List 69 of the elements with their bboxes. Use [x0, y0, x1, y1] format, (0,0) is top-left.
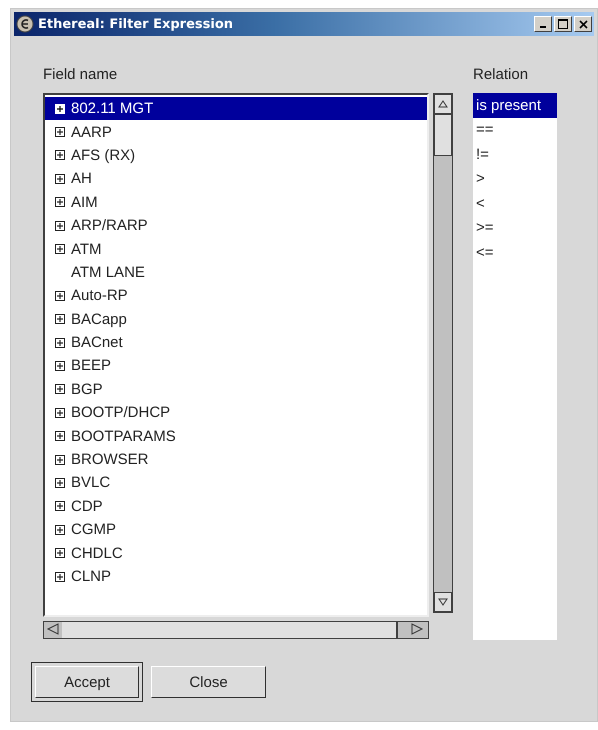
tree-item[interactable]: BGP	[45, 378, 427, 402]
expand-icon[interactable]	[55, 220, 65, 231]
expand-icon[interactable]	[55, 244, 65, 254]
scroll-thumb[interactable]	[434, 114, 452, 156]
horizontal-scrollbar[interactable]	[43, 621, 429, 639]
minimize-button[interactable]	[534, 16, 552, 32]
expand-icon[interactable]	[55, 314, 65, 324]
scroll-up-button[interactable]	[434, 94, 452, 114]
tree-item[interactable]: BACnet	[45, 330, 427, 354]
expand-icon[interactable]	[55, 384, 65, 394]
expand-icon[interactable]	[55, 197, 65, 208]
scroll-down-button[interactable]	[434, 592, 452, 612]
tree-item[interactable]: BVLC	[45, 471, 427, 495]
tree-item[interactable]: ATM LANE	[45, 260, 427, 284]
tree-item[interactable]: Auto-RP	[45, 284, 427, 308]
close-icon	[578, 20, 588, 28]
right-arrow-icon[interactable]	[410, 622, 424, 636]
tree-item[interactable]: AFS (RX)	[45, 144, 427, 168]
expand-icon[interactable]	[55, 524, 65, 535]
scroll-thumb[interactable]	[62, 622, 398, 638]
expand-icon[interactable]	[55, 174, 65, 184]
tree-item[interactable]: BROWSER	[45, 448, 427, 472]
relation-item[interactable]: is present	[473, 93, 557, 118]
tree-item[interactable]: 802.11 MGT	[45, 97, 427, 120]
vertical-scrollbar[interactable]	[433, 93, 453, 613]
tree-item[interactable]: BEEP	[45, 354, 427, 378]
expand-icon[interactable]	[55, 454, 65, 465]
left-arrow-icon[interactable]	[46, 622, 60, 636]
tree-item[interactable]: ATM	[45, 237, 427, 261]
expand-icon[interactable]	[55, 104, 65, 114]
up-arrow-icon[interactable]	[438, 100, 448, 108]
expand-icon[interactable]	[55, 408, 65, 418]
relation-item[interactable]: >=	[473, 216, 557, 240]
window-title: Ethereal: Filter Expression	[38, 16, 234, 32]
expand-icon[interactable]	[55, 290, 65, 301]
close-button[interactable]	[574, 16, 592, 32]
expand-icon[interactable]	[55, 572, 65, 582]
tree-item[interactable]: CLNP	[45, 564, 427, 588]
tree-item[interactable]: ARP/RARP	[45, 214, 427, 238]
relation-label: Relation	[473, 66, 530, 83]
expand-icon[interactable]	[55, 501, 65, 512]
tree-item[interactable]: CGMP	[45, 518, 427, 542]
expand-icon[interactable]	[55, 548, 65, 558]
relation-item[interactable]: >	[473, 166, 557, 191]
relation-item[interactable]: <	[473, 191, 557, 216]
relation-item[interactable]: !=	[473, 142, 557, 166]
relation-item[interactable]: ==	[473, 118, 557, 142]
relation-item[interactable]: <=	[473, 240, 557, 264]
expand-icon[interactable]	[55, 127, 65, 138]
expand-icon[interactable]	[55, 360, 65, 371]
dialog-button[interactable]: Close	[151, 666, 266, 698]
tree-item[interactable]: AH	[45, 167, 427, 191]
expand-icon[interactable]	[55, 338, 65, 348]
maximize-icon	[558, 19, 568, 29]
tree-item[interactable]: CHDLC	[45, 541, 427, 565]
field-name-label: Field name	[43, 66, 118, 83]
tree-item[interactable]: CDP	[45, 494, 427, 518]
tree-item[interactable]: AARP	[45, 120, 427, 144]
expand-icon[interactable]	[55, 431, 65, 442]
app-icon	[16, 15, 34, 33]
expand-icon[interactable]	[55, 478, 65, 488]
maximize-button[interactable]	[554, 16, 572, 32]
down-arrow-icon[interactable]	[438, 598, 448, 606]
expand-icon[interactable]	[55, 150, 65, 160]
tree-item[interactable]: BOOTP/DHCP	[45, 401, 427, 424]
tree-item[interactable]: BOOTPARAMS	[45, 424, 427, 448]
tree-item[interactable]: BACapp	[45, 308, 427, 331]
dialog-button[interactable]: Accept	[35, 666, 139, 698]
tree-item[interactable]: AIM	[45, 190, 427, 214]
